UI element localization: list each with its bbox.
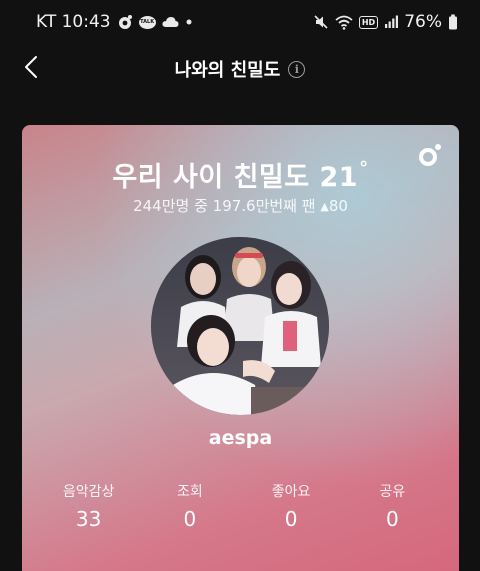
battery-icon (448, 14, 458, 30)
status-bar-left: KT 10:43 TALK (36, 12, 193, 32)
stat-likes: 좋아요 0 (246, 481, 336, 531)
stat-views: 조회 0 (145, 481, 235, 531)
intimacy-card: 우리 사이 친밀도 21° 244만명 중 197.6만번째 팬 ▲80 aes… (22, 125, 459, 571)
carrier-time: KT 10:43 (36, 12, 111, 32)
mute-icon (313, 14, 329, 30)
stat-label: 조회 (176, 484, 203, 500)
back-button[interactable] (16, 54, 46, 84)
status-bar-right: HD 76% (313, 12, 458, 32)
dot-icon (185, 18, 193, 26)
info-icon[interactable]: i (288, 60, 306, 78)
fan-rank-subtitle: 244만명 중 197.6만번째 팬 ▲80 (22, 195, 459, 216)
stat-value: 0 (284, 507, 298, 531)
fan-rank-text: 244만명 중 197.6만번째 팬 (133, 197, 316, 215)
melon-app-icon (117, 14, 133, 30)
stat-value: 0 (386, 507, 399, 531)
stats-row: 음악감상 33 조회 0 좋아요 0 공유 0 (22, 481, 459, 531)
status-bar: KT 10:43 TALK HD 76% (0, 0, 480, 44)
battery-percent: 76% (404, 12, 442, 32)
chevron-left-icon (24, 55, 38, 83)
page-title: 나와의 친밀도 (174, 60, 281, 81)
hd-voice-icon: HD (358, 15, 379, 29)
kakaotalk-icon: TALK (138, 15, 156, 29)
stat-label: 음악감상 (62, 484, 115, 500)
page-header: 나와의 친밀도 i (0, 44, 480, 94)
stat-label: 공유 (379, 484, 406, 500)
triangle-up-icon: ▲ (320, 200, 329, 213)
artist-photo[interactable] (151, 237, 329, 415)
stat-shares: 공유 0 (347, 481, 437, 531)
stat-value: 0 (183, 507, 197, 531)
stat-value: 33 (75, 507, 102, 531)
cloud-icon (162, 16, 179, 28)
stat-listening: 음악감상 33 (44, 481, 134, 531)
rank-change-value: 80 (328, 197, 348, 215)
artist-name[interactable]: aespa (22, 427, 459, 449)
title-wrap: 나와의 친밀도 i (175, 56, 306, 82)
intimacy-title: 우리 사이 친밀도 21° (22, 155, 459, 194)
wifi-icon (335, 15, 353, 30)
intimacy-title-text: 우리 사이 친밀도 21 (112, 162, 359, 193)
intimacy-degree: ° (359, 158, 369, 179)
stat-label: 좋아요 (271, 484, 311, 500)
signal-icon (384, 15, 399, 29)
